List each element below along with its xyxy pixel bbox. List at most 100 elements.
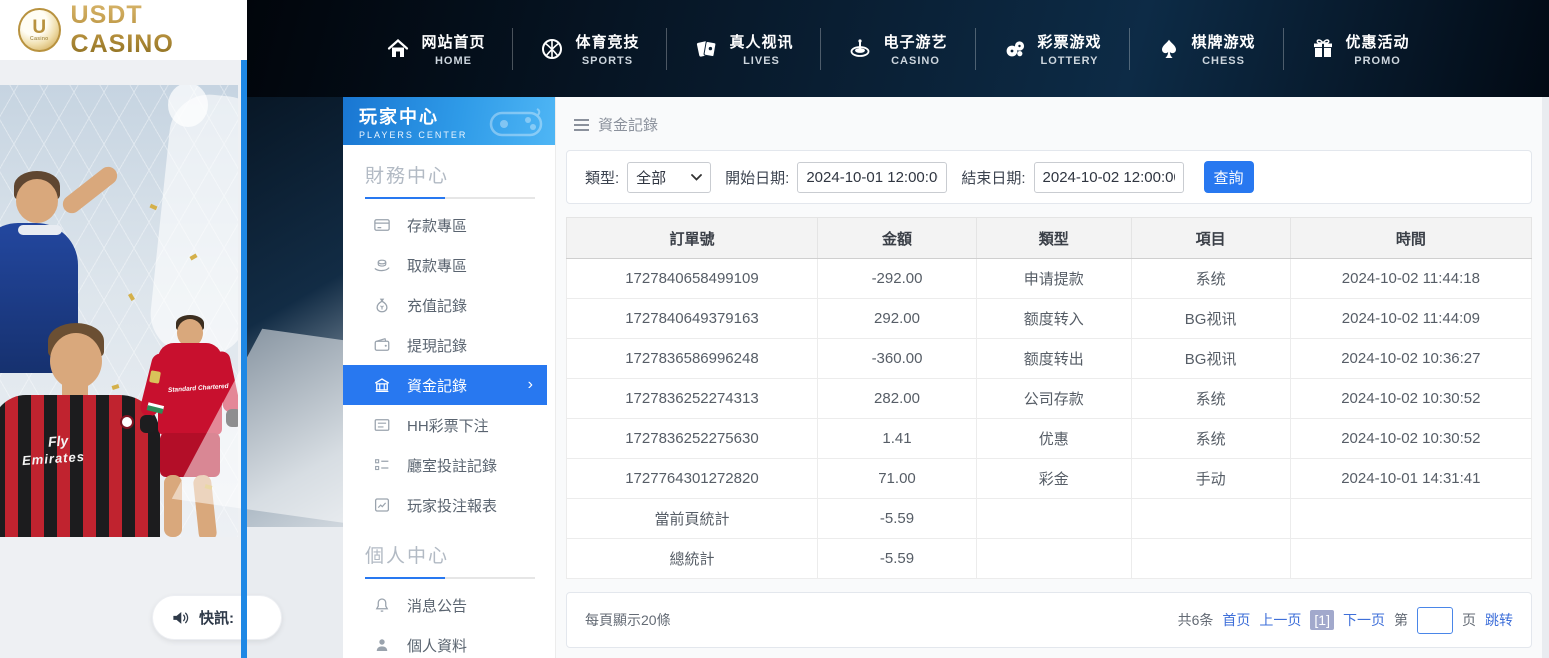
cell-item: 系统 (1131, 419, 1290, 459)
sidebar: 玩家中心 PLAYERS CENTER 財務中心 (343, 97, 556, 658)
end-date-label: 結束日期: (961, 167, 1025, 188)
jersey-text: Fly (47, 432, 68, 449)
gift-icon (1311, 37, 1335, 61)
personal-section-header: 個人中心 (343, 525, 555, 579)
start-date-input[interactable] (797, 162, 947, 193)
table-row: 1727836252274313282.00公司存款系统2024-10-02 1… (567, 379, 1532, 419)
page-prefix-label: 第 (1394, 610, 1408, 630)
sidebar-item-hh-lottery-bets[interactable]: HH彩票下注 (343, 405, 555, 445)
lottery-balls-icon (1003, 37, 1027, 61)
chevron-down-icon (691, 174, 702, 181)
prev-page-link[interactable]: 上一页 (1259, 610, 1301, 630)
nav-item-promo[interactable]: 优惠活动 PROMO (1284, 31, 1437, 67)
sidebar-item-label: HH彩票下注 (407, 415, 489, 436)
nav-label-en: CASINO (891, 55, 940, 67)
nav-item-chess[interactable]: 棋牌游戏 CHESS (1130, 31, 1283, 67)
sidebar-item-announcements[interactable]: 消息公告 (343, 585, 555, 625)
section-underline (365, 577, 535, 579)
gamepad-icon (487, 105, 545, 141)
checklist-icon (373, 456, 391, 474)
speaker-icon (171, 608, 190, 627)
hamburger-icon (574, 119, 589, 131)
nav-label-zh: 体育竞技 (575, 31, 639, 52)
table-row-page-summary: 當前頁統計-5.59 (567, 499, 1532, 539)
cell-amount: 1.41 (817, 419, 976, 459)
table-body: 1727840658499109-292.00申请提款系统2024-10-02 … (567, 259, 1532, 579)
news-ticker[interactable]: 快訊: (152, 595, 282, 640)
bell-icon (373, 596, 391, 614)
section-underline (365, 197, 535, 199)
page-number-input[interactable] (1417, 607, 1453, 634)
brand-ball-text: Casino (30, 36, 49, 42)
nav-label-zh: 棋牌游戏 (1192, 31, 1256, 52)
bank-icon (373, 376, 391, 394)
nav-item-home[interactable]: 网站首页 HOME (359, 31, 512, 67)
report-chart-icon (373, 496, 391, 514)
table-row: 1727836586996248-360.00额度转出BG视讯2024-10-0… (567, 339, 1532, 379)
start-date-label: 開始日期: (725, 167, 789, 188)
sidebar-item-withdraw[interactable]: 取款專區 (343, 245, 555, 285)
cell-order-no: 1727836586996248 (567, 339, 818, 379)
cell-amount: 71.00 (817, 459, 976, 499)
left-column: U Casino USDT CASINO Fly Emirates (0, 0, 247, 658)
nav-label-en: SPORTS (582, 55, 633, 67)
current-page-badge: [1] (1310, 610, 1334, 630)
person-icon (373, 636, 391, 654)
nav-item-lives[interactable]: 真人视讯 LIVES (667, 31, 820, 67)
sidebar-item-funds-record[interactable]: 資金記錄 › (343, 365, 547, 405)
first-page-link[interactable]: 首页 (1222, 610, 1250, 630)
type-select-value: 全部 (636, 167, 666, 188)
nav-label-zh: 优惠活动 (1346, 31, 1410, 52)
cell-item: 系统 (1131, 259, 1290, 299)
cell-time: 2024-10-02 11:44:18 (1290, 259, 1531, 299)
cell-time: 2024-10-01 14:31:41 (1290, 459, 1531, 499)
nav-label-zh: 网站首页 (421, 31, 485, 52)
sleeve-patch (149, 370, 161, 384)
sidebar-item-label: 充值記錄 (407, 295, 467, 316)
brand-wordmark: USDT CASINO (71, 1, 247, 59)
nav-item-lottery[interactable]: 彩票游戏 LOTTERY (976, 31, 1129, 67)
deposit-card-icon (373, 216, 391, 234)
home-icon (386, 37, 410, 61)
nav-label-zh: 真人视讯 (729, 31, 793, 52)
main-panel: 玩家中心 PLAYERS CENTER 財務中心 (343, 97, 1542, 658)
sidebar-item-room-bet-record[interactable]: 廳室投註記錄 (343, 445, 555, 485)
nav-item-casino[interactable]: 电子游艺 CASINO (821, 31, 974, 67)
nav-label-en: CHESS (1202, 55, 1245, 67)
sidebar-item-withdrawal-record[interactable]: 提現記錄 (343, 325, 555, 365)
brand-monogram: U (32, 19, 46, 36)
brand-ball-icon: U Casino (18, 8, 61, 52)
nav-item-sports[interactable]: 体育竞技 SPORTS (513, 31, 666, 67)
sidebar-item-label: 存款專區 (407, 215, 467, 236)
sidebar-item-recharge-record[interactable]: 充值記錄 (343, 285, 555, 325)
funds-record-table: 訂單號 金額 類型 項目 時間 1727840658499109-292.00申… (566, 217, 1532, 579)
cell-type: 彩金 (977, 459, 1131, 499)
cell-time: 2024-10-02 11:44:09 (1290, 299, 1531, 339)
cell-amount: 282.00 (817, 379, 976, 419)
cell-summary-label: 總統計 (567, 539, 818, 579)
end-date-input[interactable] (1034, 162, 1184, 193)
type-label: 類型: (585, 167, 619, 188)
pagination-controls: 共6条 首页 上一页 [1] 下一页 第 页 跳转 (1178, 607, 1513, 634)
nav-label-zh: 电子游艺 (883, 31, 947, 52)
wallet-icon (373, 336, 391, 354)
table-row: 172776430127282071.00彩金手动2024-10-01 14:3… (567, 459, 1532, 499)
table-row-total-summary: 總統計-5.59 (567, 539, 1532, 579)
filter-bar: 類型: 全部 開始日期: 結束日期: 查詢 (566, 150, 1532, 204)
search-button[interactable]: 查詢 (1204, 161, 1254, 193)
table-row: 17278362522756301.41优惠系统2024-10-02 10:30… (567, 419, 1532, 459)
cards-icon (694, 37, 718, 61)
jump-link[interactable]: 跳转 (1485, 610, 1513, 630)
brand-logo[interactable]: U Casino USDT CASINO (0, 0, 247, 60)
chevron-right-icon: › (528, 376, 533, 394)
sidebar-item-profile[interactable]: 個人資料 (343, 625, 555, 658)
page-suffix-label: 页 (1462, 610, 1476, 630)
cell-type: 公司存款 (977, 379, 1131, 419)
type-select[interactable]: 全部 (627, 162, 711, 193)
spade-icon (1157, 37, 1181, 61)
sidebar-item-player-bet-report[interactable]: 玩家投注報表 (343, 485, 555, 525)
sidebar-item-deposit[interactable]: 存款專區 (343, 205, 555, 245)
cell-order-no: 1727840649379163 (567, 299, 818, 339)
table-row: 1727840649379163292.00额度转入BG视讯2024-10-02… (567, 299, 1532, 339)
next-page-link[interactable]: 下一页 (1343, 610, 1385, 630)
